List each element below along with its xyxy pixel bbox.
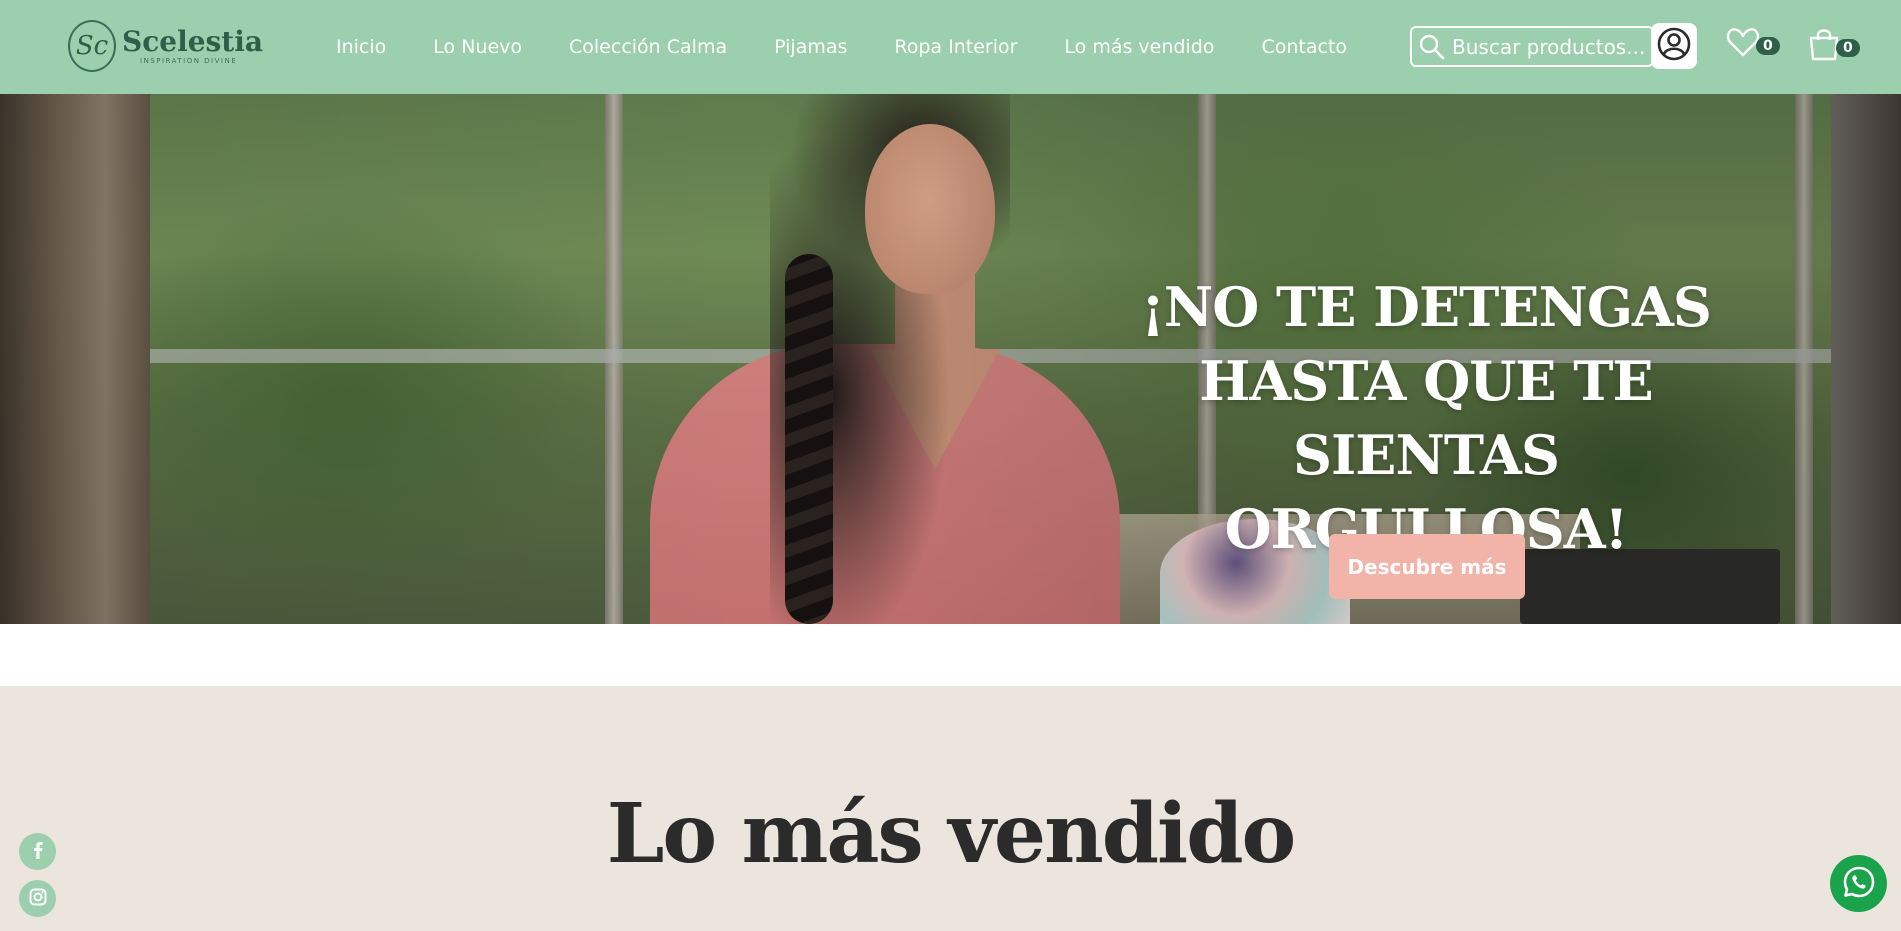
nav-ropa-interior[interactable]: Ropa Interior xyxy=(894,36,1017,58)
hero-banner: ¡NO TE DETENGAS HASTA QUE TE SIENTAS ORG… xyxy=(0,94,1901,624)
wishlist-button[interactable]: 0 xyxy=(1726,26,1780,62)
nav-lo-nuevo[interactable]: Lo Nuevo xyxy=(433,36,522,58)
main-nav: Inicio Lo Nuevo Colección Calma Pijamas … xyxy=(336,0,1394,94)
instagram-icon xyxy=(28,887,48,911)
facebook-link[interactable] xyxy=(19,833,56,870)
cart-count-badge: 0 xyxy=(1836,39,1860,57)
logo-name: Scelestia xyxy=(122,25,264,58)
site-header: Sc Scelestia INSPIRATION DIVINE Inicio L… xyxy=(0,0,1901,94)
logo-text: Scelestia INSPIRATION DIVINE xyxy=(122,25,264,66)
nav-contacto[interactable]: Contacto xyxy=(1261,36,1347,58)
whatsapp-icon xyxy=(1841,864,1877,904)
whatsapp-button[interactable] xyxy=(1830,855,1887,912)
search-icon[interactable] xyxy=(1412,28,1452,65)
instagram-link[interactable] xyxy=(19,880,56,917)
wishlist-count-badge: 0 xyxy=(1756,37,1780,55)
search-input[interactable] xyxy=(1452,34,1648,59)
nav-pijamas[interactable]: Pijamas xyxy=(774,36,847,58)
search-box xyxy=(1410,26,1654,67)
section-title: Lo más vendido xyxy=(606,786,1296,882)
heart-icon xyxy=(1726,26,1760,62)
account-button[interactable] xyxy=(1651,23,1697,69)
best-sellers-section: Lo más vendido xyxy=(0,686,1901,931)
nav-lo-mas-vendido[interactable]: Lo más vendido xyxy=(1064,36,1214,58)
logo[interactable]: Sc Scelestia INSPIRATION DIVINE xyxy=(68,20,263,72)
hero-title: ¡NO TE DETENGAS HASTA QUE TE SIENTAS ORG… xyxy=(1141,275,1712,561)
nav-inicio[interactable]: Inicio xyxy=(336,36,386,58)
user-icon xyxy=(1656,26,1692,66)
discover-more-button[interactable]: Descubre más xyxy=(1329,534,1525,599)
cart-button[interactable]: 0 xyxy=(1808,26,1860,66)
logo-mark: Sc xyxy=(68,20,116,72)
facebook-icon xyxy=(28,840,48,864)
logo-tagline: INSPIRATION DIVINE xyxy=(140,57,238,65)
nav-coleccion-calma[interactable]: Colección Calma xyxy=(569,36,727,58)
